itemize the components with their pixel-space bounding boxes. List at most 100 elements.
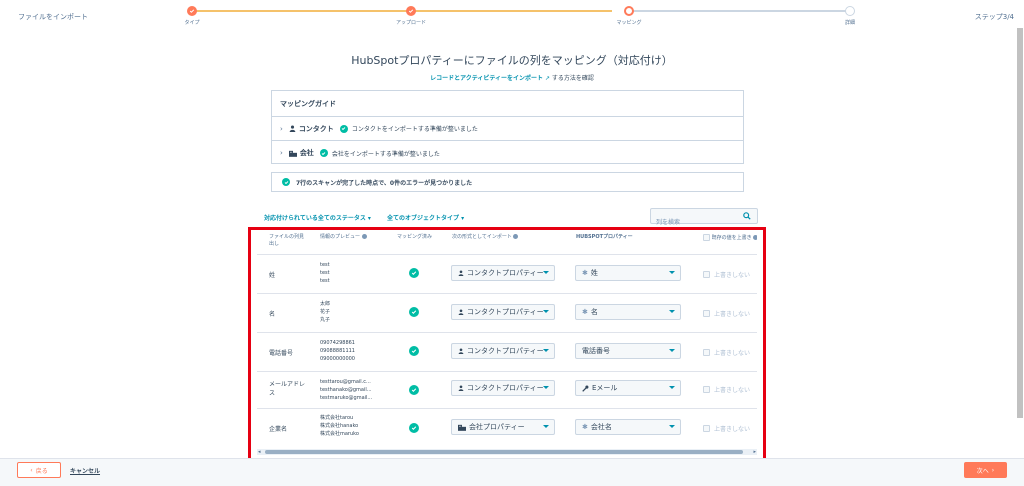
object-filter-dropdown[interactable]: 全てのオブジェクトタイプ ▾ (387, 213, 464, 222)
page-title: HubSpotプロパティーにファイルの列をマッピング（対応付け） (351, 54, 673, 67)
chevron-right-icon: › (991, 466, 995, 474)
import-as-value: コンタクトプロパティー (467, 384, 544, 392)
preview-value: test (320, 262, 330, 268)
hubspot-property-dropdown[interactable]: ✱ 名 (575, 304, 681, 320)
mapping-table: ファイルの列見出し 情報のプレビュー マッピング済み 次の形式としてインポート … (257, 232, 757, 454)
preview-value: testhanako@gmail... (320, 387, 372, 393)
overwrite-checkbox[interactable] (703, 425, 710, 432)
hubspot-property-dropdown[interactable]: Eメール (575, 380, 681, 396)
back-button[interactable]: ‹ 戻る (17, 462, 61, 478)
preview-values: 09074298861 09088881111 09000000000 (320, 339, 355, 363)
import-as-value: コンタクトプロパティー (467, 308, 544, 316)
scroll-right-icon[interactable]: ▸ (753, 449, 756, 455)
page-subtitle: レコードとアクティビティーをインポート ↗ する方法を確認 (0, 73, 1024, 82)
col-header-mapped: マッピング済み (397, 234, 433, 240)
scroll-left-icon[interactable]: ◂ (258, 449, 261, 455)
overwrite-toggle[interactable]: 上書きしない (703, 270, 750, 279)
preview-value: test (320, 270, 330, 276)
search-input[interactable] (651, 215, 739, 230)
preview-value: testmaruko@gmail... (320, 395, 373, 401)
info-icon[interactable] (753, 235, 757, 240)
success-check-icon (339, 124, 348, 133)
step-label-details: 詳細 (844, 20, 856, 26)
mapped-check-icon (409, 268, 419, 278)
preview-value: 太郎 (320, 301, 331, 307)
overwrite-checkbox[interactable] (703, 386, 710, 393)
next-button-label: 次へ (976, 467, 989, 475)
overwrite-checkbox[interactable] (703, 310, 710, 317)
import-as-dropdown[interactable]: コンタクトプロパティー (451, 343, 555, 359)
import-guide-link[interactable]: レコードとアクティビティーをインポート (430, 75, 543, 82)
table-row: 姓 test test test コンタクトプロパティー ✱ 姓 上書きしない (257, 254, 757, 292)
scrollbar-thumb[interactable] (1017, 28, 1023, 418)
object-filter-label: 全てのオブジェクトタイプ (387, 215, 460, 222)
step-label-upload: アップロード (395, 20, 427, 26)
asterisk-icon: ✱ (582, 269, 588, 277)
person-icon (458, 309, 464, 315)
step-label-type: タイプ (184, 20, 200, 26)
overwrite-checkbox[interactable] (703, 349, 710, 356)
col-header-preview: 情報のプレビュー (320, 234, 390, 241)
table-row: 企業名 株式会社tarou 株式会社hanako 株式会社maruko 会社プロ… (257, 408, 757, 446)
asterisk-icon: ✱ (582, 308, 588, 316)
overwrite-toggle[interactable]: 上書きしない (703, 348, 750, 357)
wrench-icon (582, 385, 589, 392)
hubspot-property-dropdown[interactable]: 電話番号 (575, 343, 681, 359)
overwrite-toggle[interactable]: 上書きしない (703, 309, 750, 318)
table-row: メールアドレス testtarou@gmail.c... testhanako@… (257, 371, 757, 409)
import-as-dropdown[interactable]: コンタクトプロパティー (451, 304, 555, 320)
cancel-button[interactable]: キャンセル (70, 466, 100, 475)
hubspot-property-dropdown[interactable]: ✱ 姓 (575, 265, 681, 281)
guide-row-company[interactable]: › 会社 会社をインポートする準備が整いました (272, 141, 743, 165)
success-check-icon (282, 178, 290, 186)
mapped-check-icon (409, 346, 419, 356)
page-subtitle-text: する方法を確認 (551, 75, 594, 82)
import-wizard: ファイルをインポート ステップ3/4 タイプ アップロード マッピング 詳細 H… (0, 0, 1024, 486)
preview-value: 株式会社tarou (320, 415, 354, 421)
hubspot-property-dropdown[interactable]: ✱ 会社名 (575, 419, 681, 435)
info-icon[interactable] (513, 234, 519, 239)
preview-values: 株式会社tarou 株式会社hanako 株式会社maruko (320, 414, 359, 438)
info-icon[interactable] (361, 234, 367, 239)
success-check-icon (319, 149, 328, 157)
asterisk-icon: ✱ (582, 423, 588, 431)
import-as-dropdown[interactable]: コンタクトプロパティー (451, 380, 555, 396)
stepper-track-todo (629, 10, 849, 12)
mapped-check-icon (409, 423, 419, 433)
overwrite-checkbox[interactable] (703, 271, 710, 278)
col-header-overwrite-label: 既存の値を上書き (711, 235, 752, 241)
hubspot-property-value: 電話番号 (582, 347, 610, 355)
col-header-import-as-label: 次の形式としてインポート (452, 234, 512, 240)
header-title: ファイルをインポート (18, 13, 88, 21)
scan-result: 7行のスキャンが完了した時点で、0件のエラーが見つかりました (271, 172, 744, 192)
overwrite-toggle[interactable]: 上書きしない (703, 424, 750, 433)
step-label-mapping: マッピング (616, 20, 642, 26)
chevron-left-icon: ‹ (30, 466, 33, 474)
check-icon (189, 9, 195, 13)
next-button[interactable]: 次へ › (964, 462, 1007, 478)
page-vertical-scrollbar[interactable] (1016, 28, 1024, 458)
preview-value: testtarou@gmail.c... (320, 379, 371, 385)
mapped-check-icon (409, 385, 419, 395)
back-button-label: 戻る (35, 467, 48, 475)
guide-row-status: 会社をインポートする準備が整いました (331, 150, 440, 158)
scrollbar-thumb[interactable] (265, 450, 743, 454)
file-column-name: 名 (269, 311, 276, 318)
status-filter-dropdown[interactable]: 対応付けられている全てのステータス ▾ (264, 213, 371, 222)
preview-value: test (320, 278, 330, 284)
overwrite-toggle[interactable]: 上書きしない (703, 385, 750, 394)
import-as-value: コンタクトプロパティー (467, 347, 544, 355)
table-horizontal-scrollbar[interactable]: ◂ ▸ (257, 449, 757, 455)
file-column-name: 姓 (269, 272, 276, 279)
mapping-guide: マッピングガイド › コンタクト コンタクトをインポートする準備が整いました ›… (271, 90, 744, 164)
step-indicator: ステップ3/4 (974, 13, 1014, 21)
search-icon[interactable] (743, 212, 751, 220)
hubspot-property-value: 名 (590, 308, 598, 316)
guide-row-contact[interactable]: › コンタクト コンタクトをインポートする準備が整いました (272, 117, 743, 141)
building-icon (288, 150, 297, 157)
person-icon (289, 125, 296, 132)
overwrite-all-checkbox[interactable] (703, 234, 710, 241)
import-as-dropdown[interactable]: 会社プロパティー (451, 419, 555, 435)
import-as-dropdown[interactable]: コンタクトプロパティー (451, 265, 555, 281)
building-icon (458, 424, 466, 431)
